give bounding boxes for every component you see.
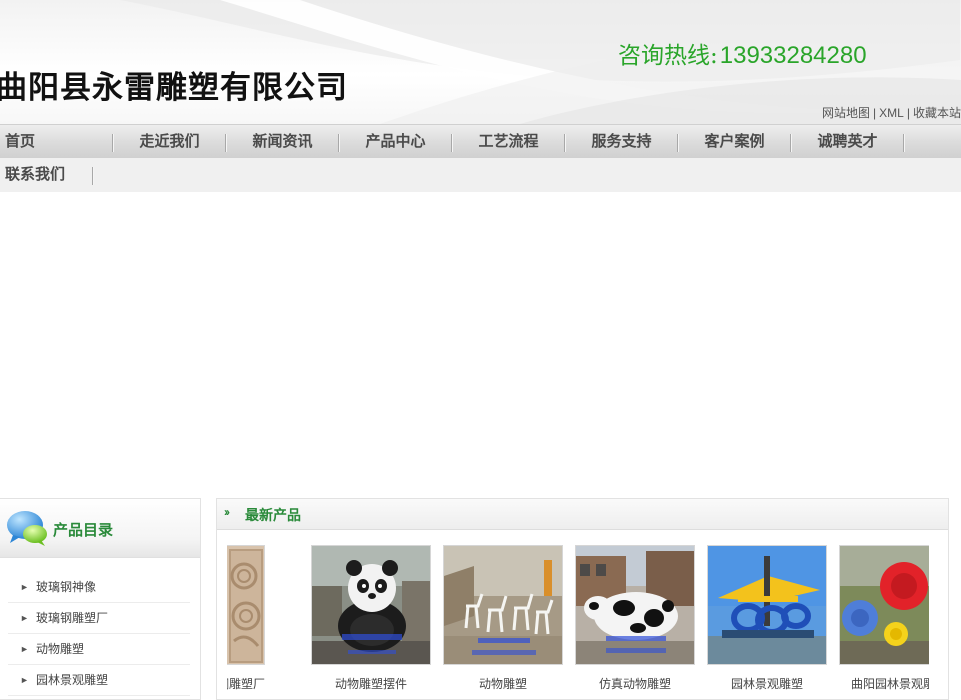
product-card[interactable]: 曲阳园林景观雕塑 (839, 545, 929, 699)
rose-sculpture-image (840, 546, 929, 664)
category-list: ► 玻璃钢神像 ► 玻璃钢雕塑厂 ► 动物雕塑 ► 园林景观雕塑 (0, 572, 200, 696)
category-item[interactable]: ► 玻璃钢神像 (8, 572, 190, 603)
nav-divider (92, 167, 93, 185)
link-separator: | (873, 106, 877, 120)
product-image[interactable] (311, 545, 431, 665)
arrow-right-icon: ► (20, 613, 29, 623)
main-nav: 首页 走近我们 新闻资讯 产品中心 工艺流程 服务支持 客户案例 诚聘英才 (0, 124, 961, 159)
hotline: 咨询热线:13933284280 (618, 36, 867, 70)
nav-label: 走近我们 (139, 133, 200, 150)
products-carousel: 铜雕塑厂 (227, 545, 929, 699)
product-catalog-sidebar: 产品目录 ► 玻璃钢神像 ► 玻璃钢雕塑厂 ► 动物雕塑 ► 园林景观雕塑 (0, 498, 201, 700)
chat-bubble-icon (7, 511, 47, 546)
product-card[interactable]: 铜雕塑厂 (227, 545, 267, 699)
nav-item-products[interactable]: 产品中心 (339, 125, 452, 159)
product-image[interactable] (575, 545, 695, 665)
products-header: ›› 最新产品 (217, 499, 948, 530)
category-item[interactable]: ► 园林景观雕塑 (8, 665, 190, 696)
category-item[interactable]: ► 动物雕塑 (8, 634, 190, 665)
nav-item-contact[interactable]: 联系我们 (0, 158, 93, 192)
arrow-right-icon: ► (20, 675, 29, 685)
latest-products-panel: ›› 最新产品 铜雕塑厂 (216, 498, 949, 700)
product-caption: 园林景观雕塑 (730, 677, 803, 691)
link-separator: | (906, 106, 910, 120)
product-image[interactable] (839, 545, 929, 665)
nav-label: 联系我们 (5, 166, 66, 183)
product-image[interactable] (443, 545, 563, 665)
page: 曲阳县永雷雕塑有限公司 咨询热线:13933284280 网站地图 | XML | 收藏… (0, 0, 961, 700)
category-label: 园林景观雕塑 (36, 673, 109, 687)
deer-sculpture-image (444, 546, 562, 664)
product-card[interactable]: 仿真动物雕塑 (575, 545, 697, 699)
product-image[interactable] (227, 545, 265, 665)
products-title: 最新产品 (245, 507, 301, 523)
nav-item-news[interactable]: 新闻资讯 (226, 125, 339, 159)
bookmark-link[interactable]: 收藏本站 (913, 106, 961, 120)
company-name: 曲阳县永雷雕塑有限公司 (0, 70, 348, 106)
sidebar-title: 产品目录 (53, 522, 114, 539)
category-label: 玻璃钢神像 (36, 580, 97, 594)
nav-label: 工艺流程 (478, 133, 539, 150)
arrow-right-icon: ► (20, 582, 29, 592)
category-item[interactable]: ► 玻璃钢雕塑厂 (8, 603, 190, 634)
hotline-label: 咨询热线: (618, 43, 718, 69)
category-label: 玻璃钢雕塑厂 (36, 611, 109, 625)
banner-area (0, 192, 961, 498)
product-caption: 动物雕塑 (478, 677, 527, 691)
nav-label: 新闻资讯 (252, 133, 313, 150)
category-label: 动物雕塑 (36, 642, 85, 656)
nav-divider (903, 134, 904, 152)
landscape-sculpture-image (708, 546, 826, 664)
nav-label: 服务支持 (591, 133, 652, 150)
product-caption: 动物雕塑摆件 (334, 677, 407, 691)
product-card[interactable]: 动物雕塑摆件 (311, 545, 433, 699)
site-header: 曲阳县永雷雕塑有限公司 咨询热线:13933284280 网站地图 | XML | 收藏… (0, 0, 961, 124)
product-caption: 曲阳园林景观雕塑 (851, 677, 929, 691)
nav-label: 首页 (5, 133, 36, 150)
nav-item-cases[interactable]: 客户案例 (678, 125, 791, 159)
product-card[interactable]: 园林景观雕塑 (707, 545, 829, 699)
panda-sculpture-image (312, 546, 430, 664)
product-caption: 铜雕塑厂 (227, 677, 265, 691)
nav-label: 客户案例 (704, 133, 765, 150)
product-image[interactable] (707, 545, 827, 665)
nav-item-about[interactable]: 走近我们 (113, 125, 226, 159)
hotline-number: 13933284280 (719, 42, 867, 69)
top-links: 网站地图 | XML | 收藏本站 (822, 104, 961, 121)
product-caption: 仿真动物雕塑 (598, 677, 671, 691)
nav-label: 产品中心 (365, 133, 426, 150)
cow-sculpture-image (576, 546, 694, 664)
relief-carving-image (227, 546, 264, 664)
double-chevron-icon: ›› (224, 505, 230, 519)
main-nav-row-2: 联系我们 (0, 158, 961, 192)
sitemap-link[interactable]: 网站地图 (822, 106, 870, 120)
nav-item-home[interactable]: 首页 (0, 125, 113, 159)
product-card[interactable]: 动物雕塑 (443, 545, 565, 699)
sidebar-header: 产品目录 (0, 499, 200, 558)
arrow-right-icon: ► (20, 644, 29, 654)
nav-item-careers[interactable]: 诚聘英才 (791, 125, 904, 159)
nav-item-service[interactable]: 服务支持 (565, 125, 678, 159)
nav-item-process[interactable]: 工艺流程 (452, 125, 565, 159)
nav-label: 诚聘英才 (817, 133, 878, 150)
xml-link[interactable]: XML (879, 106, 904, 120)
